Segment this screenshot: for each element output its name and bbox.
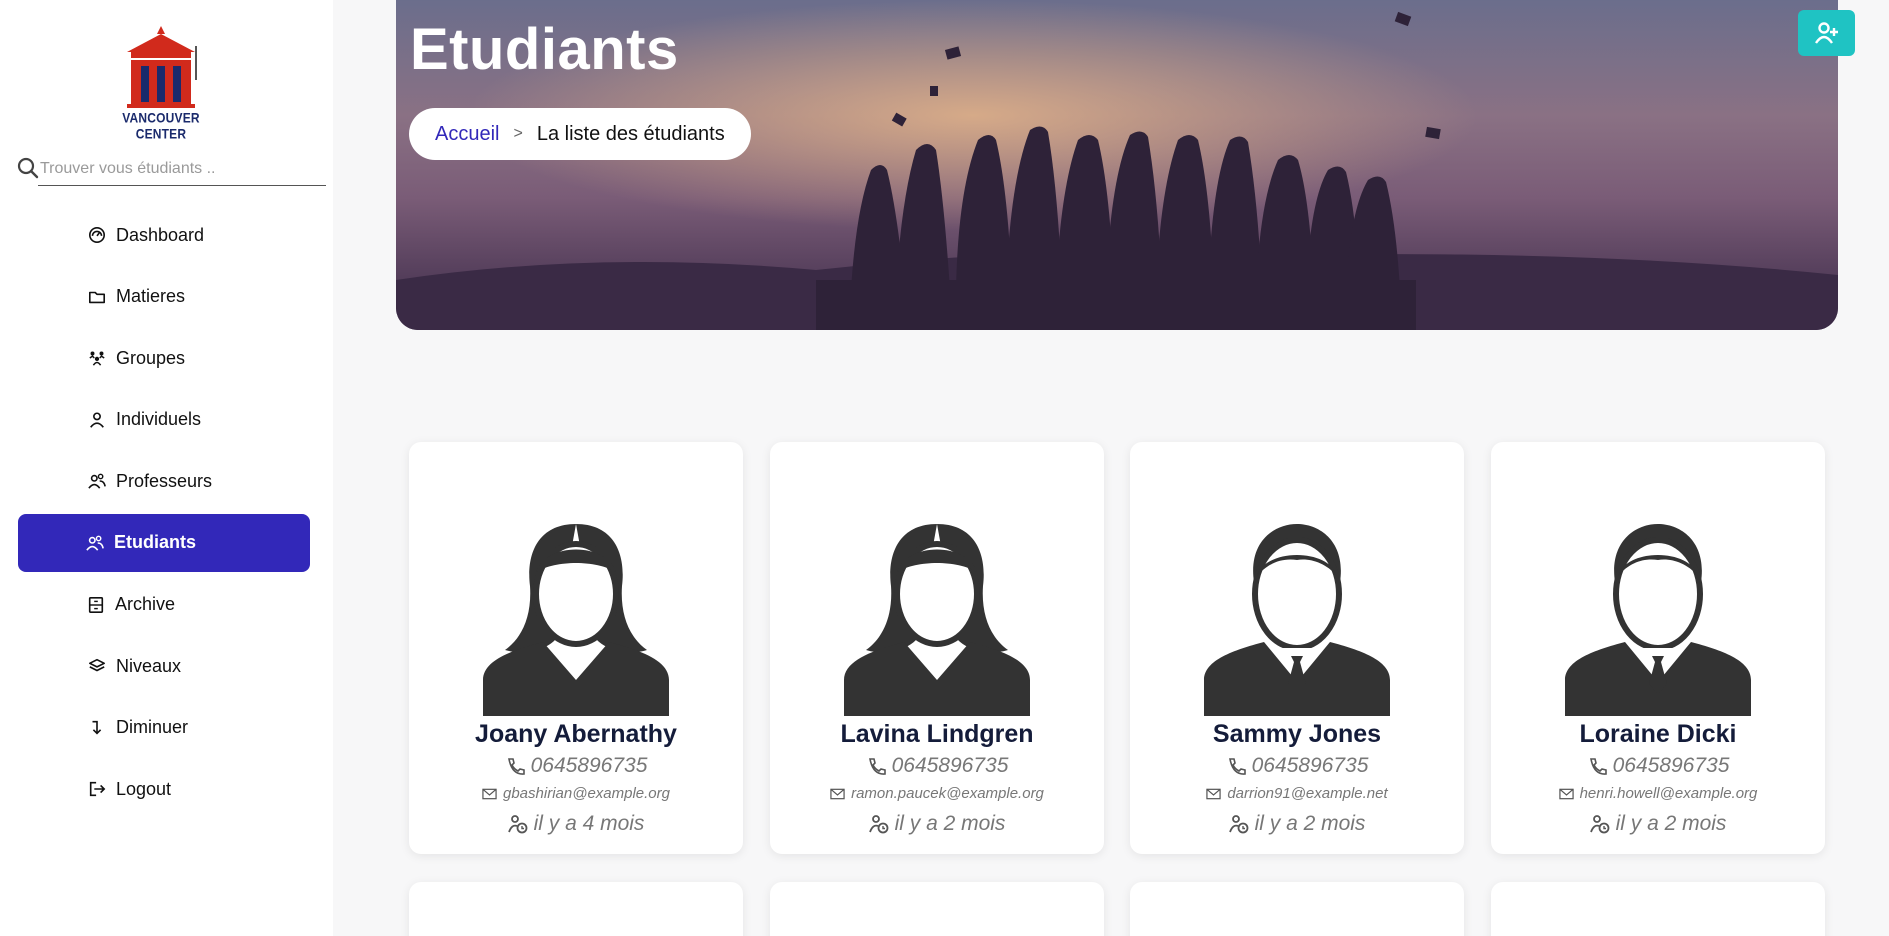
created-time: il y a 2 mois [1254,812,1366,835]
sidebar-item-label: Niveaux [116,655,182,676]
student-created: il y a 2 mois [1491,812,1825,836]
sidebar-item-label: Groupes [116,347,186,368]
student-created: il y a 2 mois [1130,812,1464,836]
breadcrumb: Accueil > La liste des étudiants [409,108,751,160]
student-phone: 0645896735 [409,754,743,778]
student-card[interactable]: Sammy Jones 0645896735 darrion91@example… [1130,442,1464,854]
folder-icon [86,286,108,308]
page-title: Etudiants [410,17,679,82]
sidebar-item-label: Logout [116,778,172,799]
search-icon [17,157,39,179]
search-bar [16,152,326,186]
sidebar-nav: Dashboard Matieres Groupes Individuels P… [18,206,310,822]
user-plus-icon [1814,22,1838,44]
sidebar-item-archive[interactable]: Archive [18,576,310,634]
sidebar-item-label: Professeurs [116,470,213,491]
layers-icon [86,655,108,677]
female-avatar-icon [483,524,669,716]
mail-icon [1206,788,1221,800]
student-email: ramon.paucek@example.org [770,785,1104,802]
created-time: il y a 2 mois [894,812,1006,835]
student-name: Loraine Dicki [1579,720,1737,748]
brand-logo[interactable]: VANCOUVER CENTER [100,22,222,142]
phone-icon [505,756,525,776]
phone-icon [866,756,886,776]
student-email: darrion91@example.net [1130,785,1464,802]
student-phone: 0645896735 [1491,754,1825,778]
email-address: gbashirian@example.org [503,785,670,802]
sidebar-item-label: Archive [115,594,176,615]
users-icon [84,532,106,554]
add-student-button[interactable] [1798,10,1855,56]
phone-number: 0645896735 [530,754,648,777]
archive-icon [85,594,107,616]
logout-icon [86,778,108,800]
sidebar-item-etudiants[interactable]: Etudiants [18,513,310,572]
phone-icon [1226,756,1246,776]
users-icon [86,470,108,492]
user-clock-icon [1228,814,1249,834]
male-avatar-icon [1204,524,1390,716]
sidebar-item-dashboard[interactable]: Dashboard [18,206,310,264]
student-email: gbashirian@example.org [409,785,743,802]
phone-number: 0645896735 [1612,754,1730,777]
student-created: il y a 2 mois [770,812,1104,836]
created-time: il y a 4 mois [533,812,645,835]
student-card[interactable] [1130,882,1464,936]
dashboard-icon [86,224,108,246]
mail-icon [1558,788,1574,800]
search-input[interactable] [38,152,326,186]
phone-icon [1587,756,1607,776]
male-avatar-icon [1565,524,1751,716]
sidebar: VANCOUVER CENTER Dashboard Matieres Grou… [0,0,333,936]
building-logo-icon [127,26,197,108]
sidebar-item-diminuer[interactable]: Diminuer [18,699,310,757]
student-name: Sammy Jones [1212,720,1382,748]
group-icon [86,347,108,369]
student-phone: 0645896735 [770,754,1104,778]
sidebar-item-niveaux[interactable]: Niveaux [18,637,310,695]
student-card[interactable] [409,882,743,936]
sidebar-item-individuels[interactable]: Individuels [18,391,310,449]
sidebar-item-label: Dashboard [116,224,205,245]
mail-icon [830,788,845,800]
created-time: il y a 2 mois [1615,812,1727,835]
sidebar-item-logout[interactable]: Logout [18,760,310,818]
arrow-down-icon [86,717,108,739]
sidebar-item-label: Matieres [116,286,186,307]
hero-banner: Etudiants Accueil > La liste des étudian… [396,0,1838,330]
sidebar-item-label: Etudiants [114,532,197,553]
email-address: henri.howell@example.org [1579,785,1758,802]
student-name: Joany Abernathy [475,720,677,748]
breadcrumb-home-link[interactable]: Accueil [435,123,499,146]
sidebar-item-label: Individuels [116,409,202,430]
sidebar-item-matieres[interactable]: Matieres [18,268,310,326]
mail-icon [482,788,497,800]
user-clock-icon [868,814,889,834]
user-clock-icon [507,814,528,834]
student-card[interactable] [1491,882,1825,936]
email-address: ramon.paucek@example.org [851,785,1044,802]
student-card[interactable] [770,882,1104,936]
sidebar-item-professeurs[interactable]: Professeurs [18,452,310,510]
student-name: Lavina Lindgren [840,720,1034,748]
brand-name: VANCOUVER CENTER [122,109,200,143]
user-icon [86,409,108,431]
breadcrumb-current: La liste des étudiants [536,122,725,145]
student-card[interactable]: Loraine Dicki 0645896735 henri.howell@ex… [1491,442,1825,854]
student-created: il y a 4 mois [409,812,743,836]
sidebar-item-groupes[interactable]: Groupes [18,329,310,387]
student-phone: 0645896735 [1130,754,1464,778]
female-avatar-icon [844,524,1030,716]
student-card[interactable]: Joany Abernathy 0645896735 gbashirian@ex… [409,442,743,854]
email-address: darrion91@example.net [1227,785,1388,802]
chevron-right-icon: > [513,125,523,142]
phone-number: 0645896735 [1251,754,1369,777]
phone-number: 0645896735 [891,754,1009,777]
sidebar-item-label: Diminuer [116,717,189,738]
user-clock-icon [1589,814,1610,834]
student-email: henri.howell@example.org [1491,785,1825,802]
student-card[interactable]: Lavina Lindgren 0645896735 ramon.paucek@… [770,442,1104,854]
